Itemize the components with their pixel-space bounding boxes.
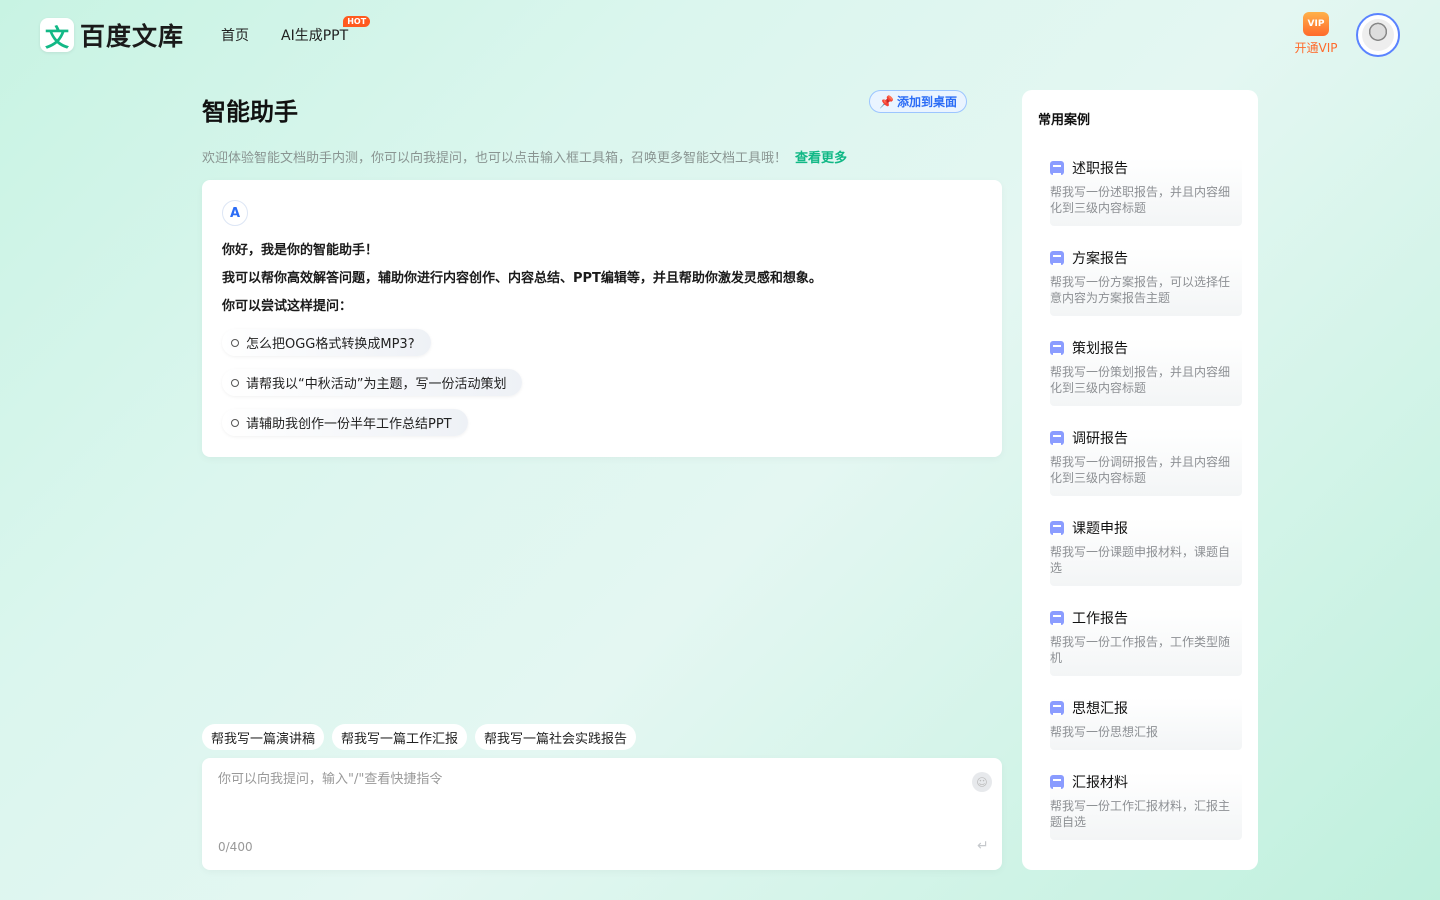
document-icon: [1050, 521, 1064, 535]
document-icon: [1050, 431, 1064, 445]
case-desc: 帮我写一份工作汇报材料，汇报主题自选: [1050, 799, 1231, 829]
case-title: 课题申报: [1072, 521, 1128, 537]
case-card[interactable]: 思想汇报 帮我写一份思想汇报: [1050, 698, 1242, 750]
assistant-message-card: A 你好，我是你的智能助手！ 我可以帮你高效解答问题，辅助你进行内容创作、内容总…: [202, 180, 1002, 457]
case-desc: 帮我写一份策划报告，并且内容细化到三级内容标题: [1050, 365, 1231, 395]
case-card[interactable]: 策划报告 帮我写一份策划报告，并且内容细化到三级内容标题: [1050, 338, 1242, 406]
main-nav: 首页 AI生成PPT HOT: [221, 16, 371, 45]
document-icon: [1050, 161, 1064, 175]
quick-prompt-row: 帮我写一篇演讲稿 帮我写一篇工作汇报 帮我写一篇社会实践报告: [202, 724, 637, 750]
suggestion-chip[interactable]: 请辅助我创作一份半年工作总结PPT: [222, 409, 468, 436]
intro-text: 欢迎体验智能文档助手内测，你可以向我提问，也可以点击输入框工具箱，召唤更多智能文…: [202, 147, 847, 166]
logo-text: 百度文库: [80, 22, 185, 51]
case-title: 策划报告: [1072, 341, 1128, 357]
case-desc: 帮我写一份调研报告，并且内容细化到三级内容标题: [1050, 455, 1231, 485]
case-card[interactable]: 述职报告 帮我写一份述职报告，并且内容细化到三级内容标题: [1050, 158, 1242, 226]
char-counter: 0/400: [218, 840, 253, 854]
panel-title: 常用案例: [1038, 113, 1091, 128]
page-title: 智能助手: [202, 98, 298, 126]
common-cases-panel: 常用案例 述职报告 帮我写一份述职报告，并且内容细化到三级内容标题 方案报告 帮…: [1022, 90, 1258, 870]
case-title: 思想汇报: [1072, 701, 1128, 717]
document-icon: [1050, 611, 1064, 625]
prompt-input-box: 0/400: [202, 758, 1002, 870]
document-icon: [1050, 701, 1064, 715]
greeting-text: 你好，我是你的智能助手！: [222, 243, 379, 258]
capability-text: 我可以帮你高效解答问题，辅助你进行内容创作、内容总结、PPT编辑等，并且帮助你激…: [222, 271, 822, 286]
case-card[interactable]: 课题申报 帮我写一份课题申报材料，课题自选: [1050, 518, 1242, 586]
case-title: 方案报告: [1072, 251, 1128, 267]
top-bar: 文 百度文库 首页 AI生成PPT HOT VIP 开通VIP: [0, 0, 1440, 70]
pin-icon: 📌: [879, 94, 894, 109]
case-title: 述职报告: [1072, 161, 1128, 177]
add-to-desktop-button[interactable]: 📌 添加到桌面: [869, 90, 967, 113]
add-to-desktop-label: 添加到桌面: [896, 95, 957, 109]
case-card[interactable]: 工作报告 帮我写一份工作报告，工作类型随机: [1050, 608, 1242, 676]
case-card[interactable]: 调研报告 帮我写一份调研报告，并且内容细化到三级内容标题: [1050, 428, 1242, 496]
document-icon: [1050, 251, 1064, 265]
suggestion-chip[interactable]: 请帮我以“中秋活动”为主题，写一份活动策划: [222, 369, 523, 396]
vip-label: 开通VIP: [1294, 41, 1338, 55]
quick-prompt-work-report[interactable]: 帮我写一篇工作汇报: [332, 724, 468, 750]
logo-icon: 文: [40, 18, 74, 52]
vip-crown-icon: VIP: [1303, 12, 1329, 36]
open-vip-button[interactable]: VIP 开通VIP: [1293, 12, 1339, 56]
case-card[interactable]: 汇报材料 帮我写一份工作汇报材料，汇报主题自选: [1050, 772, 1242, 840]
logo[interactable]: 文 百度文库: [40, 17, 184, 53]
case-desc: 帮我写一份述职报告，并且内容细化到三级内容标题: [1050, 185, 1231, 215]
prompt-input[interactable]: [218, 768, 958, 828]
case-desc: 帮我写一份课题申报材料，课题自选: [1050, 545, 1231, 575]
suggestion-chip[interactable]: 怎么把OGG格式转换成MP3?: [222, 329, 431, 356]
toolbox-icon[interactable]: ☺: [972, 772, 992, 792]
case-card[interactable]: 方案报告 帮我写一份方案报告，可以选择任意内容为方案报告主题: [1050, 248, 1242, 316]
assistant-avatar-icon: A: [222, 200, 248, 226]
quick-prompt-speech[interactable]: 帮我写一篇演讲稿: [202, 724, 325, 750]
case-title: 调研报告: [1072, 431, 1128, 447]
case-desc: 帮我写一份方案报告，可以选择任意内容为方案报告主题: [1050, 275, 1231, 305]
hot-badge: HOT: [343, 16, 371, 27]
case-title: 汇报材料: [1072, 775, 1128, 791]
nav-ai-ppt[interactable]: AI生成PPT HOT: [281, 16, 371, 45]
document-icon: [1050, 341, 1064, 355]
intro-message: 欢迎体验智能文档助手内测，你可以向我提问，也可以点击输入框工具箱，召唤更多智能文…: [202, 151, 788, 166]
nav-ai-ppt-label: AI生成PPT: [281, 28, 349, 44]
case-desc: 帮我写一份工作报告，工作类型随机: [1050, 635, 1231, 665]
send-icon[interactable]: ↵: [977, 838, 989, 854]
quick-prompt-practice-report[interactable]: 帮我写一篇社会实践报告: [475, 724, 637, 750]
case-desc: 帮我写一份思想汇报: [1050, 725, 1159, 739]
nav-home[interactable]: 首页: [221, 25, 249, 45]
try-prompt-text: 你可以尝试这样提问：: [222, 299, 353, 314]
user-avatar[interactable]: [1356, 13, 1400, 57]
view-more-link[interactable]: 查看更多: [795, 151, 847, 166]
document-icon: [1050, 775, 1064, 789]
case-title: 工作报告: [1072, 611, 1128, 627]
avatar-image: [1362, 19, 1394, 51]
